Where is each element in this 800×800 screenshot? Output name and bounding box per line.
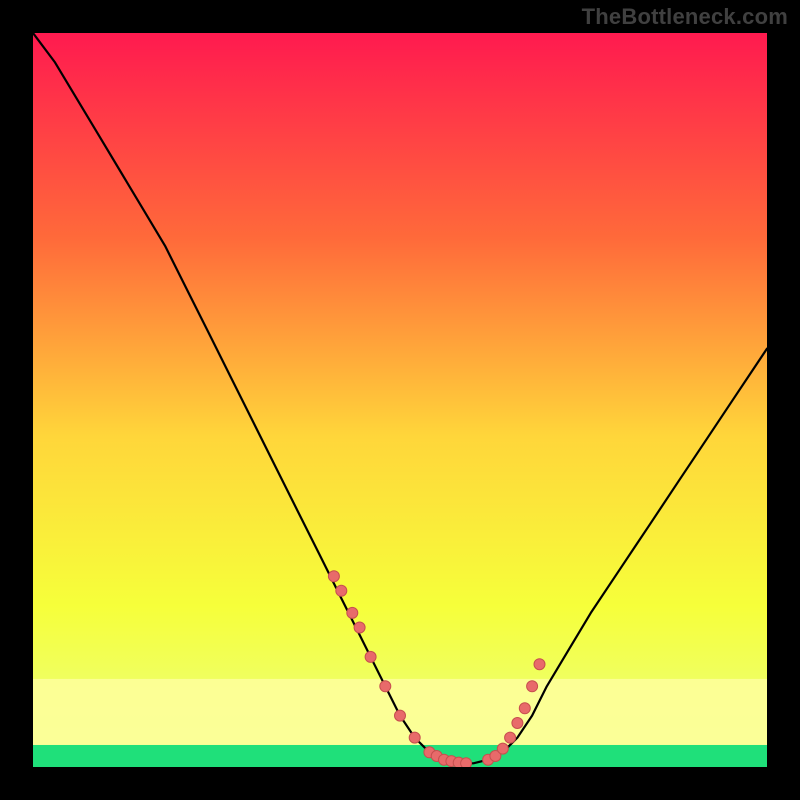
marker-point [409,732,420,743]
watermark-text: TheBottleneck.com [582,4,788,30]
marker-point [505,732,516,743]
marker-point [328,571,339,582]
plot-area [33,33,767,767]
marker-point [519,703,530,714]
gradient-background [33,33,767,767]
marker-point [380,681,391,692]
marker-point [336,585,347,596]
marker-point [527,681,538,692]
chart-frame: TheBottleneck.com [0,0,800,800]
plot-svg [33,33,767,767]
marker-point [512,718,523,729]
marker-point [347,607,358,618]
marker-point [395,710,406,721]
marker-point [497,743,508,754]
band-green [33,745,767,767]
marker-point [354,622,365,633]
marker-point [365,651,376,662]
marker-point [461,758,472,767]
marker-point [534,659,545,670]
